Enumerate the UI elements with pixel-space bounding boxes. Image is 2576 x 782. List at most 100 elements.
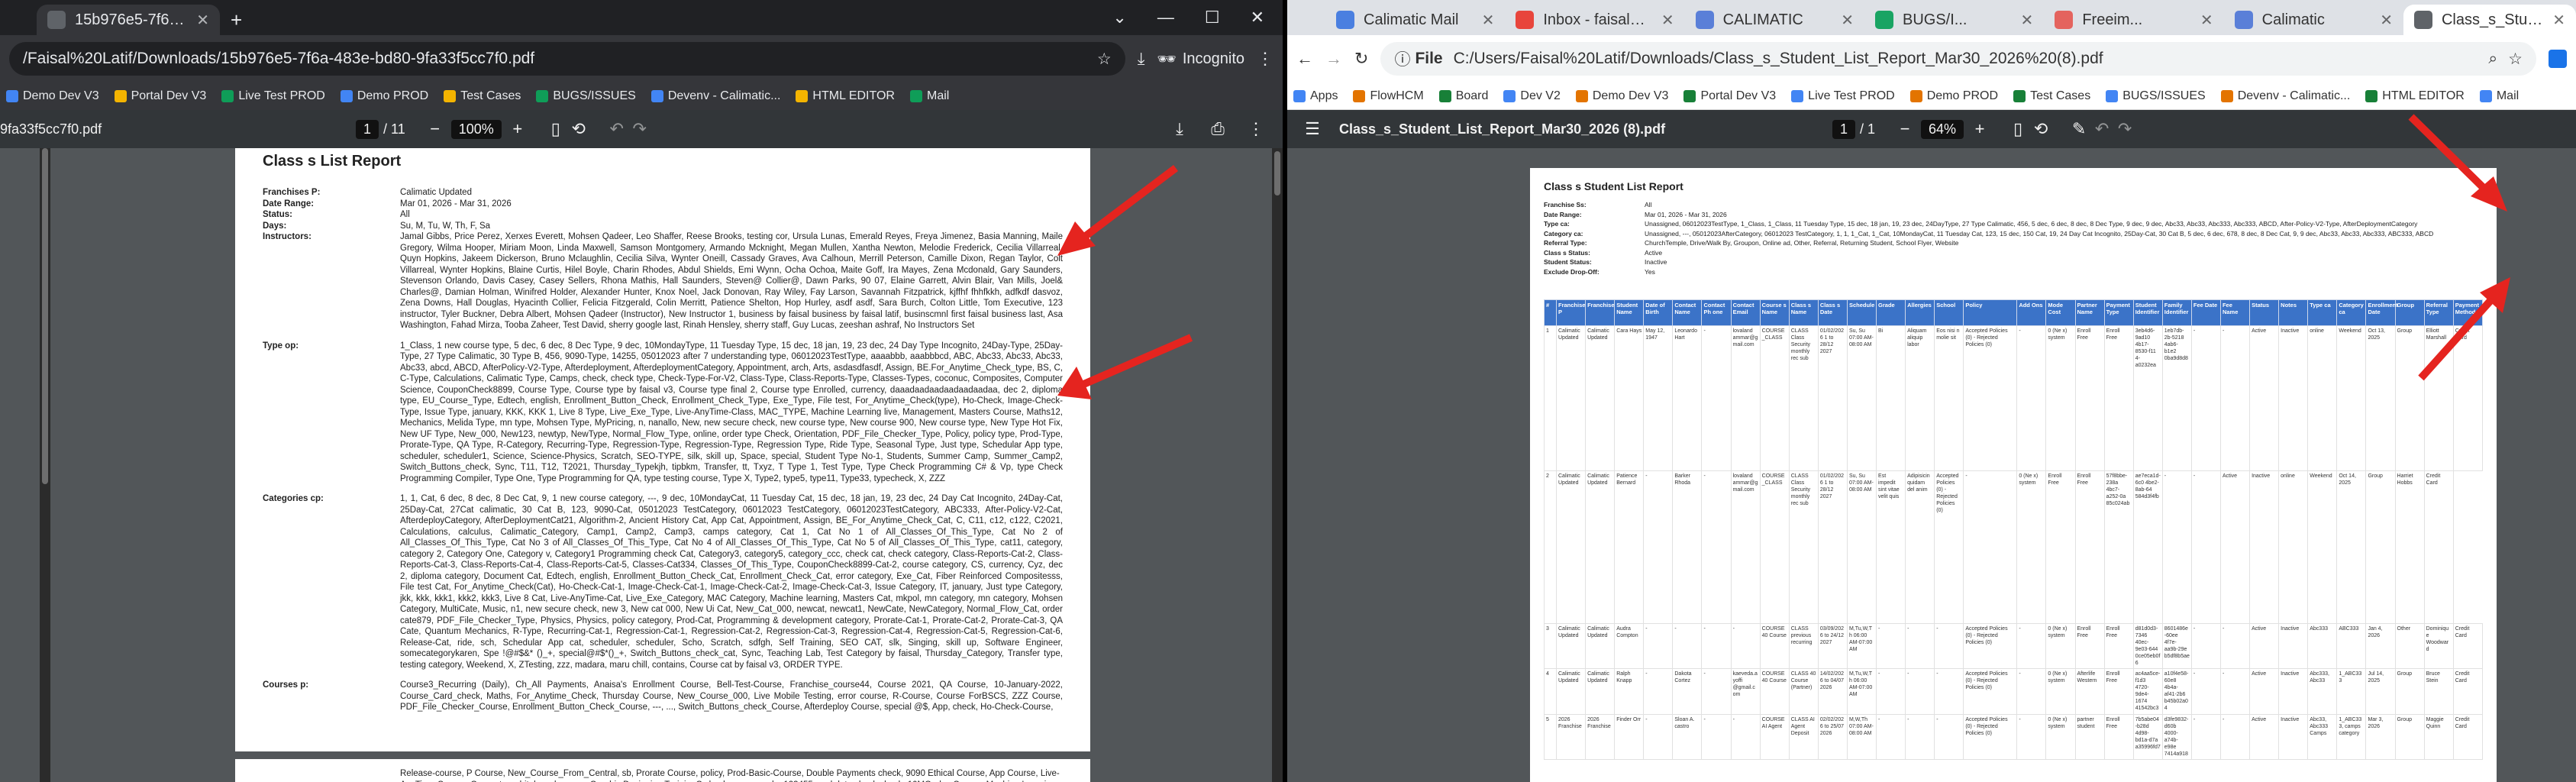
zoom-in-icon[interactable]: +: [1968, 118, 1991, 141]
hamburger-icon[interactable]: ☰: [1301, 118, 1324, 141]
table-cell: Barker Rhoda: [1672, 470, 1703, 624]
extension-icon[interactable]: [2549, 50, 2567, 68]
download-icon[interactable]: ⤓: [1138, 49, 1145, 69]
left-address-bar[interactable]: /Faisal%20Latif/Downloads/15b976e5-7f6a-…: [9, 42, 1125, 76]
bookmark-item[interactable]: Demo Dev V3: [6, 89, 99, 103]
reload-icon[interactable]: ↻: [1354, 49, 1368, 69]
left-zoom-input[interactable]: 100%: [450, 119, 502, 139]
bookmark-item[interactable]: BUGS/ISSUES: [2106, 89, 2206, 103]
browser-tab[interactable]: CALIMATIC ✕: [1685, 5, 1864, 35]
bookmark-item[interactable]: Portal Dev V3: [1683, 89, 1776, 103]
undo-icon[interactable]: ↶: [2090, 118, 2113, 141]
table-cell: -: [2161, 470, 2192, 624]
right-pdf-viewer[interactable]: Class s Student List Report Franchise Ss…: [1287, 148, 2576, 782]
bookmark-item[interactable]: Live Test PROD: [221, 89, 325, 103]
zoom-out-icon[interactable]: −: [1893, 118, 1916, 141]
bookmark-item[interactable]: HTML EDITOR: [2365, 89, 2465, 103]
star-icon[interactable]: ☆: [2508, 50, 2523, 69]
minimize-icon[interactable]: —: [1157, 8, 1174, 27]
right-address-bar[interactable]: ⓘ File C:/Users/Faisal%20Latif/Downloads/…: [1380, 42, 2536, 76]
table-cell: ac4aa5ce-f1d3 4720-9de4-1674 41542bc3: [2132, 668, 2163, 715]
right-zoom-input[interactable]: 64%: [1921, 119, 1964, 139]
table-cell: 14/02/2026 to 04/07 2026: [1817, 668, 1848, 715]
bookmark-item[interactable]: Test Cases: [444, 89, 521, 103]
close-tab-icon[interactable]: ✕: [2021, 11, 2034, 30]
forward-icon[interactable]: →: [1325, 49, 1342, 69]
table-cell: -: [2190, 623, 2221, 669]
browser-tab[interactable]: Calimatic ✕: [2224, 5, 2403, 35]
bookmark-item[interactable]: Devenv - Calimatic...: [650, 89, 780, 103]
browser-tab[interactable]: Freeim... ✕: [2044, 5, 2223, 35]
fit-page-icon[interactable]: ▯: [544, 118, 567, 141]
close-tab-icon[interactable]: ✕: [2552, 11, 2565, 30]
bookmark-item[interactable]: Portal Dev V3: [114, 89, 206, 103]
bookmark-icon: [1791, 89, 1804, 102]
new-tab-button[interactable]: +: [220, 5, 253, 35]
left-download-icon[interactable]: ⤓: [1168, 118, 1191, 141]
more-icon[interactable]: ⋮: [1244, 118, 1267, 141]
bookmark-item[interactable]: Apps: [1293, 89, 1338, 103]
browser-tab[interactable]: Inbox - faisalqa40@gmail... ✕: [1505, 5, 1684, 35]
table-cell: Enroll Free: [2103, 325, 2134, 471]
redo-icon[interactable]: ↷: [2113, 118, 2136, 141]
filter-key: Type ca:: [1544, 220, 1570, 228]
right-page-total: / 1: [1860, 121, 1876, 137]
bookmark-item[interactable]: Demo Dev V3: [1575, 89, 1668, 103]
left-page-input[interactable]: 1: [356, 119, 379, 139]
bookmark-item[interactable]: FlowHCM: [1353, 89, 1424, 103]
fit-page-icon[interactable]: ▯: [2006, 118, 2029, 141]
table-cell: Abc33, Abc333 Camps: [2307, 714, 2338, 760]
bookmark-item[interactable]: Devenv - Calimatic...: [2220, 89, 2350, 103]
star-icon[interactable]: ☆: [1097, 50, 1112, 69]
draw-icon[interactable]: ✎: [2068, 118, 2090, 141]
search-icon[interactable]: ⌕: [2488, 50, 2497, 68]
bookmark-item[interactable]: HTML EDITOR: [796, 89, 895, 103]
bookmark-item[interactable]: Demo PROD: [1909, 89, 1998, 103]
close-tab-icon[interactable]: ✕: [2380, 11, 2393, 30]
left-sidebar-scrollbar[interactable]: [40, 148, 50, 782]
close-window-icon[interactable]: ✕: [1251, 8, 1264, 27]
left-active-tab[interactable]: 15b976e5-7f6a-483e-bd80-9f... ✕: [37, 5, 220, 35]
close-tab-icon[interactable]: ✕: [1661, 11, 1674, 30]
table-cell: -: [1934, 668, 1964, 715]
browser-tab[interactable]: Class_s_Student_List_Repo... ✕: [2403, 5, 2576, 35]
bookmark-item[interactable]: Live Test PROD: [1791, 89, 1895, 103]
bookmark-item[interactable]: Test Cases: [2013, 89, 2090, 103]
rotate-icon[interactable]: ⟲: [2029, 118, 2052, 141]
undo-icon[interactable]: ↶: [605, 118, 628, 141]
rotate-icon[interactable]: ⟲: [567, 118, 590, 141]
left-report-filters: Franchises P: Calimatic Updated Date Range…: [263, 187, 1063, 713]
incognito-icon: 🕶: [1157, 50, 1177, 68]
browser-tab[interactable]: BUGS/I... ✕: [1864, 5, 2044, 35]
filter-row: Category ca: Unassigned, ---, 05012023Aft…: [1544, 229, 2483, 239]
bookmark-item[interactable]: Mail: [909, 89, 949, 103]
table-cell: Credit Card: [2452, 668, 2484, 715]
browser-tab[interactable]: Calimatic Mail ✕: [1325, 5, 1505, 35]
bookmark-item[interactable]: Mail: [2479, 89, 2519, 103]
close-tab-icon[interactable]: ✕: [2200, 11, 2213, 30]
filter-row: Categories cp: 1, 1, Cat, 6 dec, 8 dec, 8…: [263, 493, 1063, 671]
bookmark-item[interactable]: Dev V2: [1503, 89, 1561, 103]
bookmark-item[interactable]: Demo PROD: [340, 89, 428, 103]
print-icon[interactable]: ⎙: [1206, 118, 1229, 141]
table-cell: Accepted Policies (0) - Rejected Policie…: [1963, 668, 2018, 715]
bookmark-icon: [114, 90, 127, 102]
close-tab-icon[interactable]: ✕: [1841, 11, 1854, 30]
chevron-down-icon[interactable]: ⌄: [1112, 8, 1126, 27]
menu-icon[interactable]: ⋮: [1257, 49, 1273, 69]
left-pdf-scrollbar[interactable]: [1272, 148, 1283, 782]
left-page2-text: Release-course, P Course, New_Course_Fro…: [400, 769, 1060, 782]
tab-favicon-icon: [2413, 11, 2432, 29]
redo-icon[interactable]: ↷: [628, 118, 651, 141]
zoom-out-icon[interactable]: −: [424, 118, 447, 141]
incognito-badge[interactable]: 🕶 Incognito: [1157, 50, 1244, 69]
back-icon[interactable]: ←: [1296, 49, 1313, 69]
table-cell: ae7eca1d-6c0 4be2-8ab-64 584d3f4fb: [2132, 470, 2163, 624]
right-page-input[interactable]: 1: [1832, 119, 1856, 139]
maximize-icon[interactable]: ☐: [1205, 8, 1220, 27]
close-tab-icon[interactable]: ✕: [1482, 11, 1495, 30]
bookmark-item[interactable]: BUGS/ISSUES: [536, 89, 636, 103]
close-tab-icon[interactable]: ✕: [196, 11, 209, 30]
bookmark-item[interactable]: Board: [1438, 89, 1488, 103]
zoom-in-icon[interactable]: +: [506, 118, 529, 141]
